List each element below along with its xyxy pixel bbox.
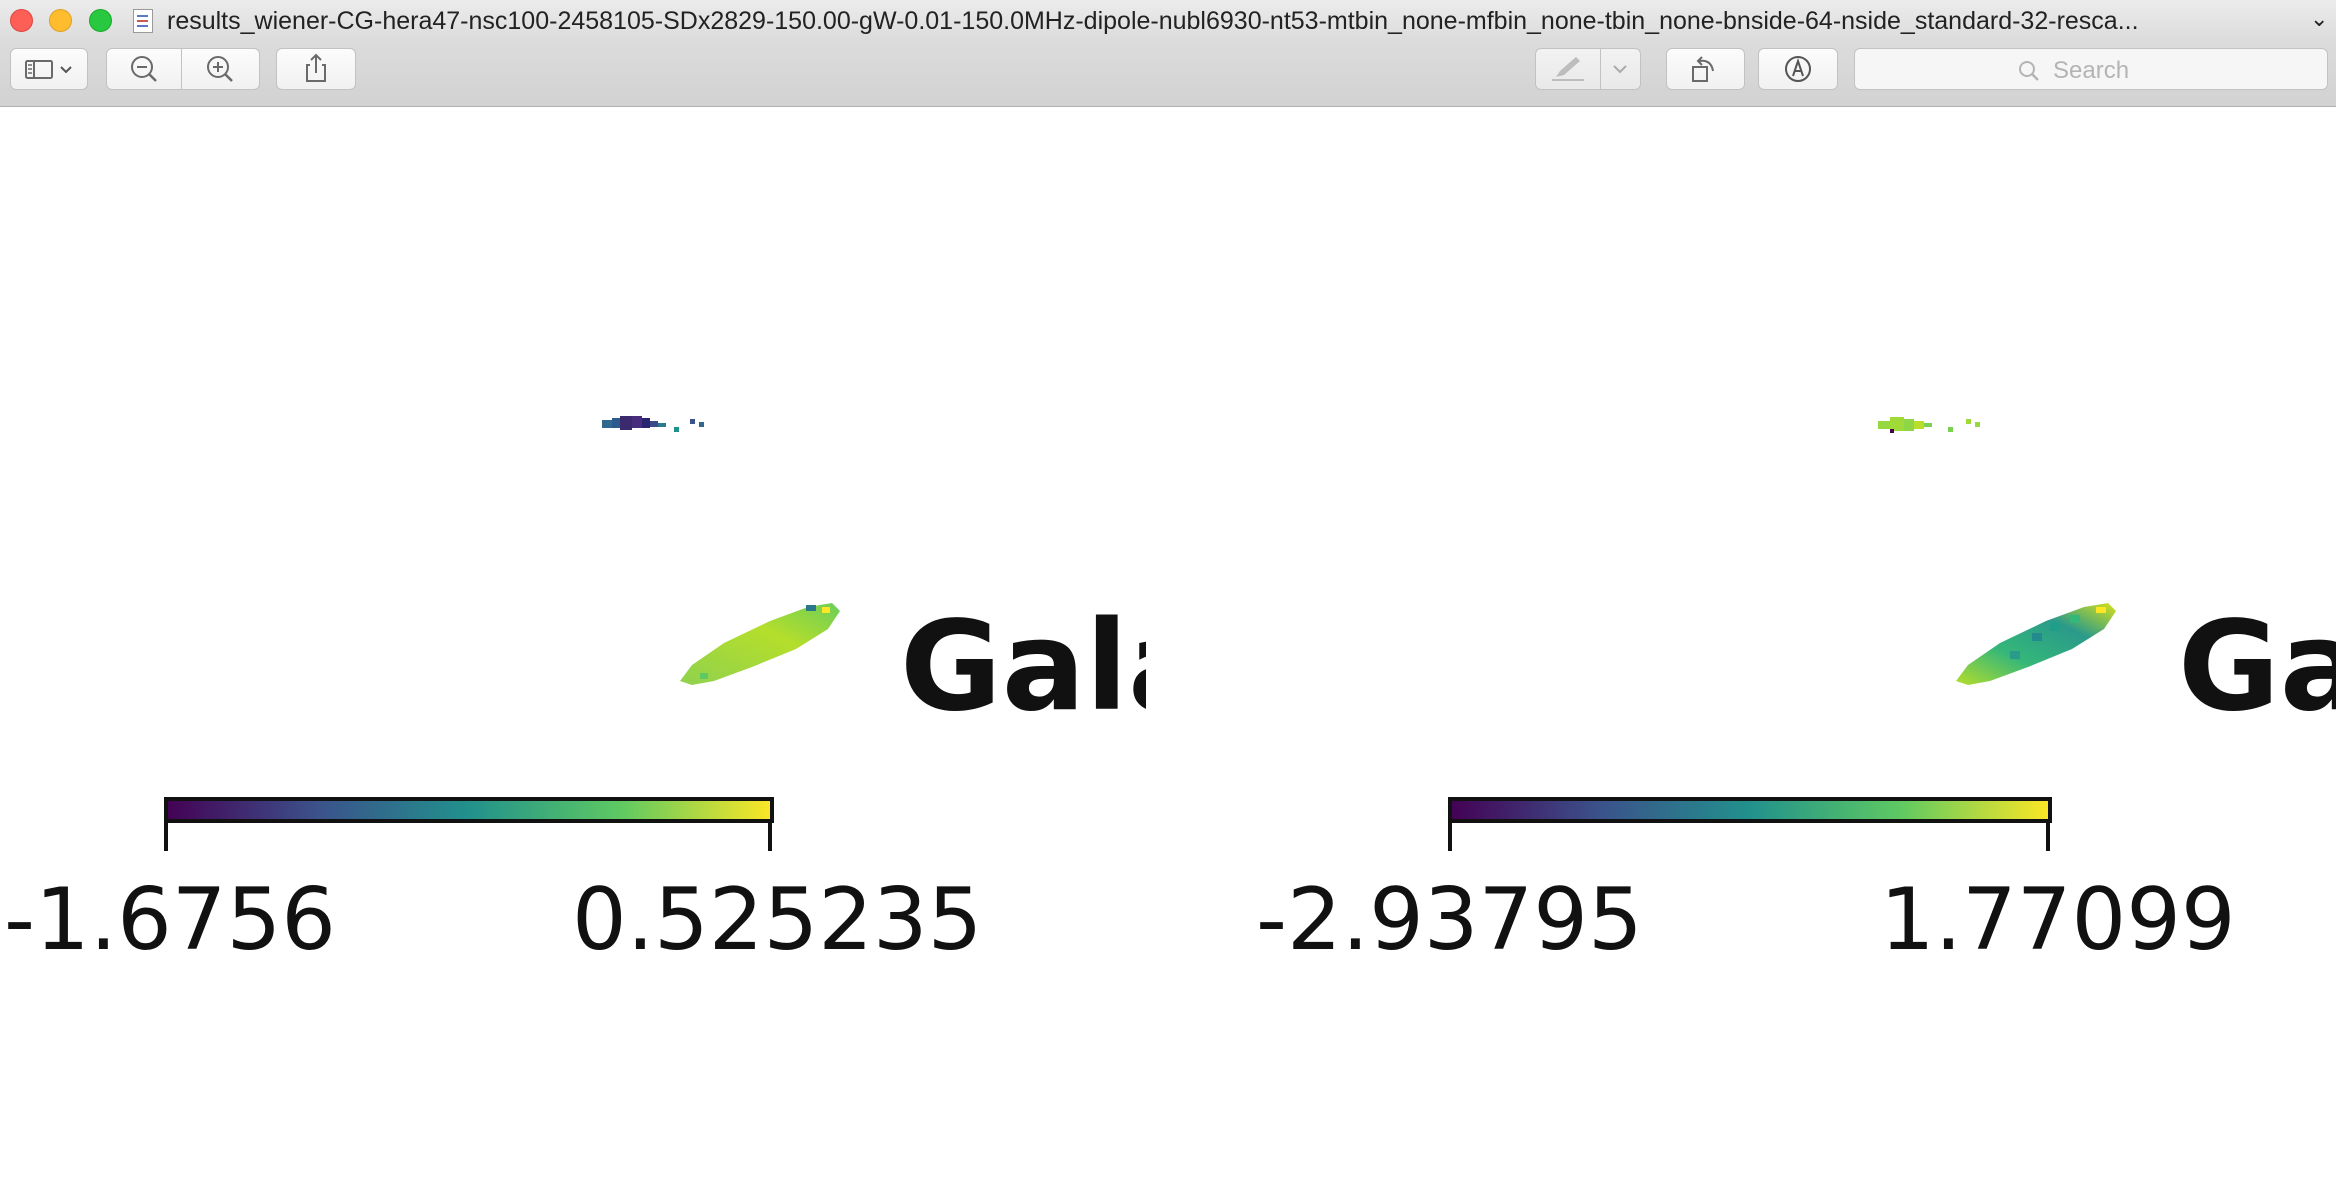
search-field[interactable]: Search [1854,48,2328,90]
annotate-icon [1785,56,1811,82]
sidebar-icon [25,60,72,79]
galactic-label-right: Ga [2178,605,2336,729]
toolbar: Search [0,40,2336,107]
annotate-button[interactable] [1758,48,1838,90]
zoom-out-icon [131,56,157,82]
colorbar-right [1448,797,2052,851]
markup-pen-icon [1552,57,1584,81]
sidebar-toggle-button[interactable] [10,48,88,90]
zoom-out-button[interactable] [106,48,182,90]
title-bar: results_wiener-CG-hera47-nsc100-2458105-… [0,0,2336,40]
zoom-window-button[interactable] [89,9,112,32]
map-canvas [164,416,2116,851]
zoom-in-button[interactable] [182,48,260,90]
colorbar-right-max-label: 1.77099 [1880,870,2236,970]
window-title: results_wiener-CG-hera47-nsc100-2458105-… [167,7,2139,35]
zoom-in-icon [207,56,233,82]
colorbar-left-max-label: 0.525235 [572,870,983,970]
minimize-window-button[interactable] [49,9,72,32]
search-placeholder: Search [2053,57,2130,84]
document-view: Gala -1.6756 0.525235 Ga -2.93795 1.7709… [0,107,2336,1188]
sky-patch-right [1878,417,1980,433]
close-window-button[interactable] [10,9,33,32]
search-icon [2019,61,2039,81]
colorbar-left [164,797,774,851]
galactic-plane-blob-left [680,603,840,685]
galactic-plane-blob-right [1956,603,2116,685]
preview-window: results_wiener-CG-hera47-nsc100-2458105-… [0,0,2336,1188]
markup-button[interactable] [1535,48,1601,90]
chevron-down-icon [60,66,72,74]
rotate-button[interactable] [1666,48,1745,90]
colorbar-left-min-label: -1.6756 [4,870,336,970]
title-menu-chevron-icon[interactable]: ⌄ [2310,7,2328,32]
rotate-icon [1692,56,1714,82]
share-button[interactable] [276,48,356,90]
share-icon [306,53,326,82]
colorbar-right-min-label: -2.93795 [1256,870,1643,970]
galactic-label-left: Gala [900,605,1146,729]
document-icon[interactable] [133,9,153,33]
sky-patch-left [602,416,704,432]
markup-menu-button[interactable] [1601,48,1641,90]
chevron-down-icon [1613,65,1627,74]
